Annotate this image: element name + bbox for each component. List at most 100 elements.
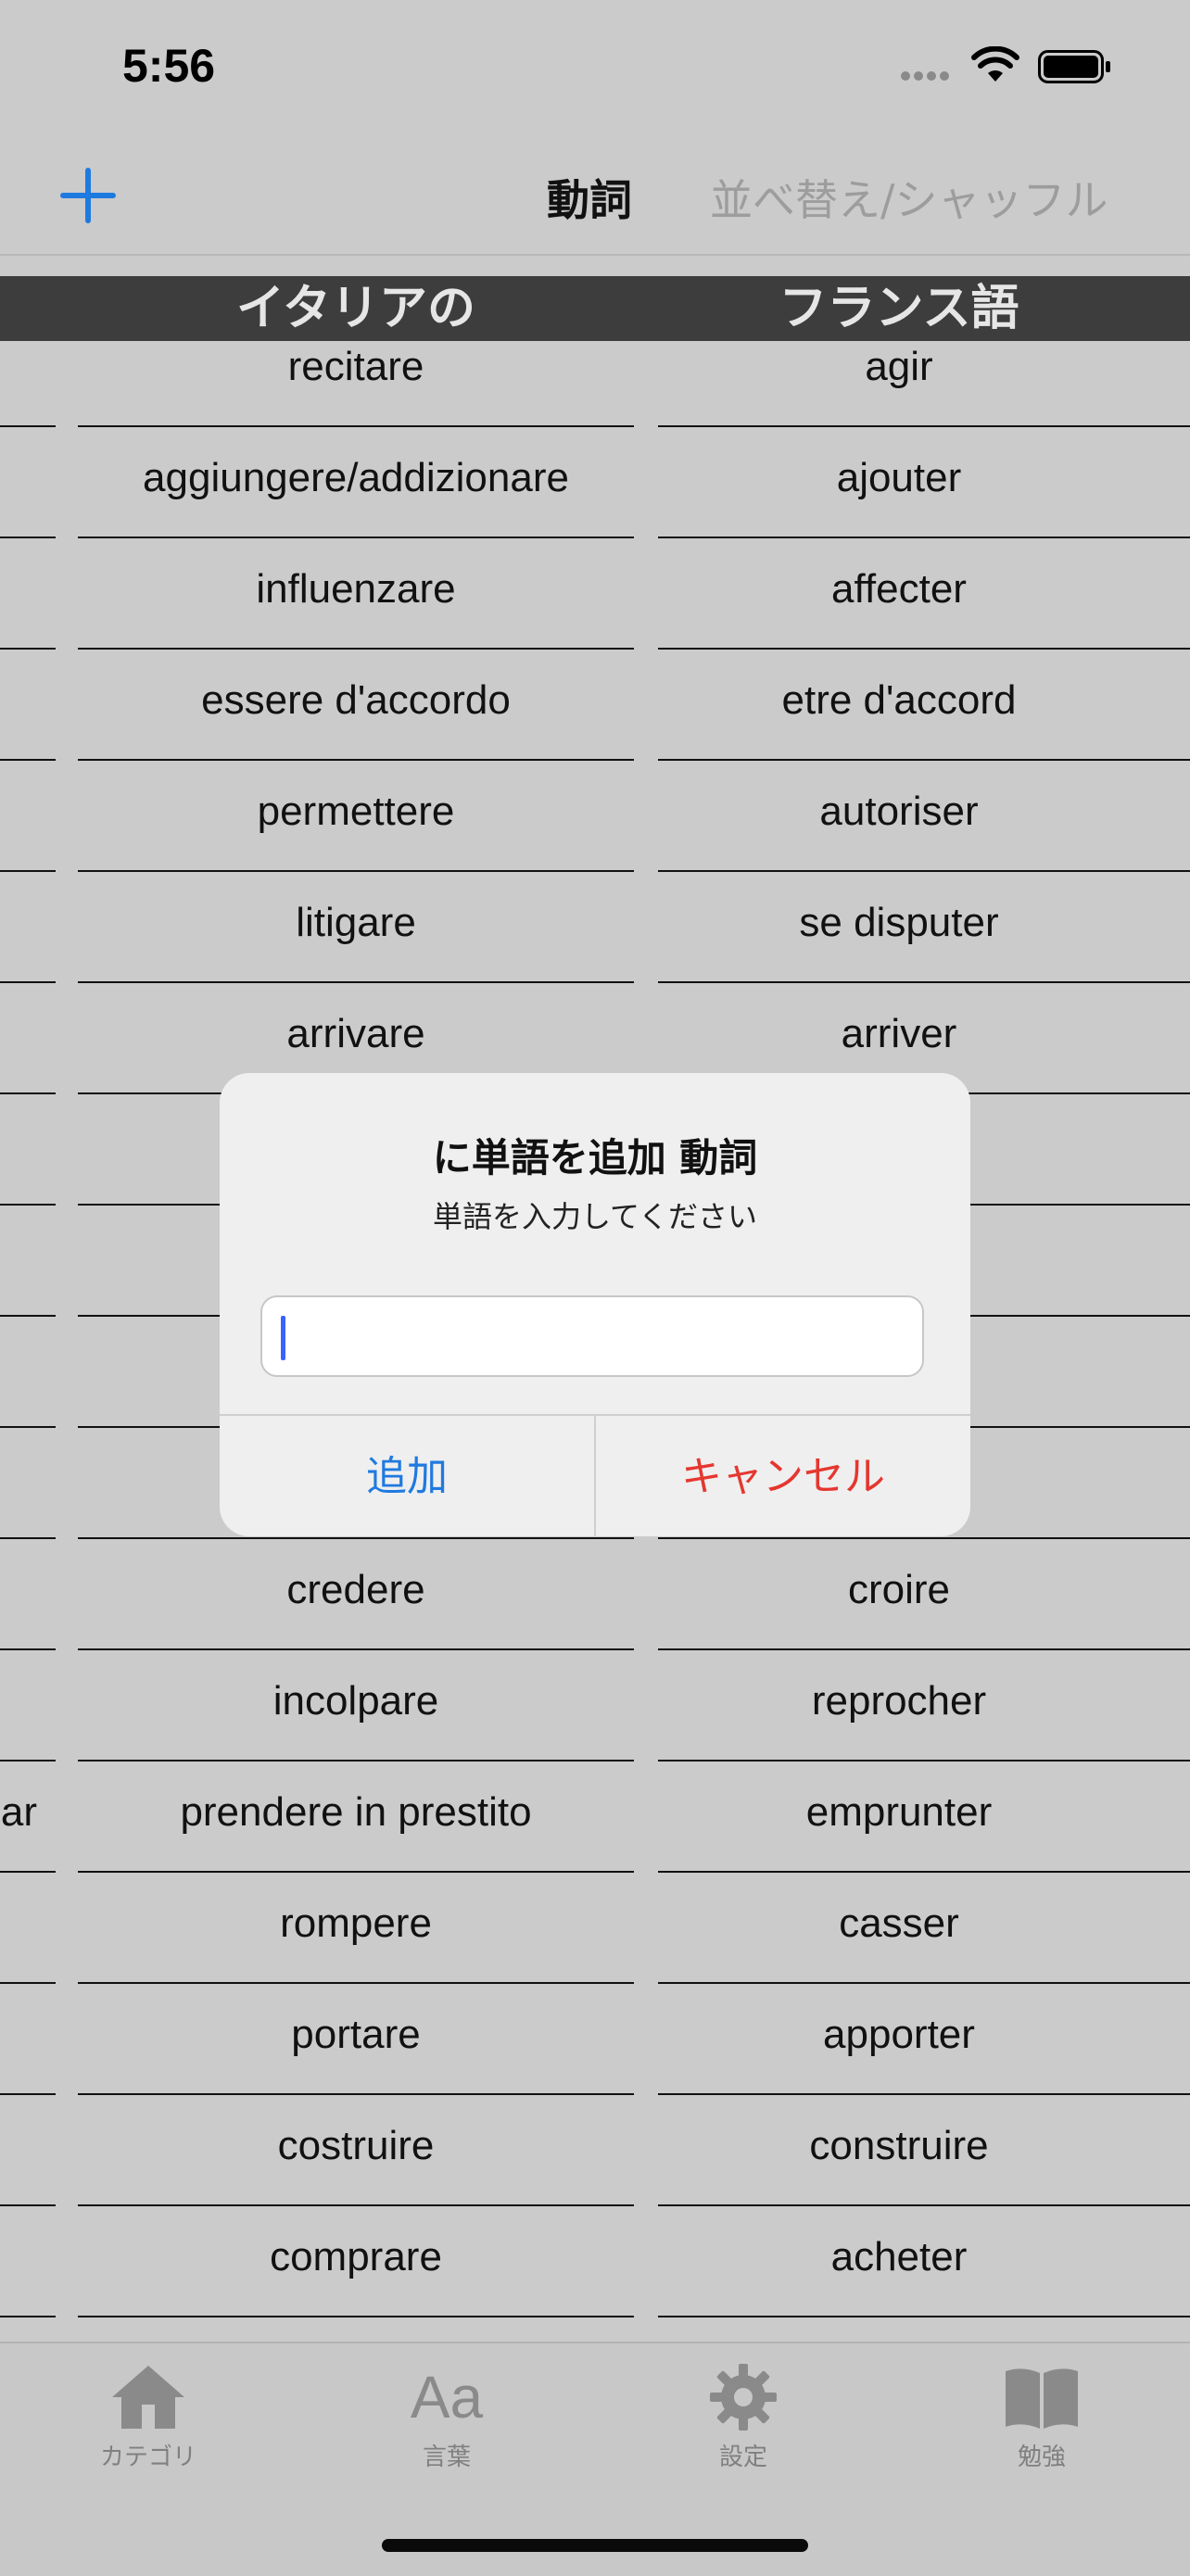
table-row[interactable]: essere d'accordo etre d'accord	[0, 675, 1190, 786]
row-divider	[78, 2316, 634, 2317]
tab-words[interactable]: Aa 言葉	[354, 2362, 539, 2472]
word-input[interactable]	[260, 1295, 924, 1377]
row-divider	[0, 1092, 56, 1094]
dialog-title: に単語を追加 動詞	[432, 1135, 758, 1181]
row-divider	[0, 1426, 56, 1428]
french-word: reprocher	[811, 1678, 987, 1724]
row-divider	[0, 2316, 56, 2317]
row-divider	[658, 981, 1190, 983]
table-row[interactable]: credere croire	[0, 1564, 1190, 1675]
row-divider	[0, 1760, 56, 1762]
row-divider	[0, 1648, 56, 1650]
table-row[interactable]: ar prendere in prestito emprunter	[0, 1787, 1190, 1898]
tab-label: 勉強	[1017, 2443, 1066, 2471]
row-divider	[0, 870, 56, 872]
column-header: イタリアの フランス語	[0, 276, 1190, 341]
row-divider	[658, 648, 1190, 650]
italian-word: incolpare	[272, 1678, 439, 1724]
italian-word: portare	[291, 2012, 421, 2057]
row-divider	[658, 759, 1190, 761]
italian-column-header: イタリアの	[236, 281, 475, 336]
french-word: apporter	[823, 2012, 975, 2057]
french-word: autoriser	[819, 789, 979, 834]
row-divider	[0, 2093, 56, 2095]
tab-categories[interactable]: カテゴリ	[56, 2362, 241, 2472]
italian-word: permettere	[257, 789, 455, 834]
french-column-header: フランス語	[779, 281, 1019, 336]
french-word: affecter	[831, 566, 967, 612]
tab-label: カテゴリ	[99, 2443, 196, 2471]
table-row[interactable]: comprare acheter	[0, 2231, 1190, 2342]
table-row[interactable]: influenzare affecter	[0, 563, 1190, 675]
italian-word: litigare	[296, 900, 416, 945]
row-divider	[78, 2093, 634, 2095]
row-divider	[78, 1648, 634, 1650]
italian-word: essere d'accordo	[201, 677, 511, 723]
row-divider	[78, 870, 634, 872]
sort-shuffle-button[interactable]: 並べ替え/シャッフル	[710, 167, 1108, 228]
tab-settings[interactable]: 設定	[651, 2362, 836, 2472]
row-divider	[658, 2316, 1190, 2317]
row-divider	[0, 1204, 56, 1206]
table-row[interactable]: aggiungere/addizionare ajouter	[0, 452, 1190, 563]
table-row[interactable]: incolpare reprocher	[0, 1675, 1190, 1787]
row-divider	[0, 1315, 56, 1317]
dialog-buttons: 追加 キャンセル	[220, 1414, 970, 1536]
row-divider	[78, 425, 634, 427]
italian-word: influenzare	[256, 566, 456, 612]
cancel-button[interactable]: キャンセル	[596, 1416, 970, 1536]
row-divider	[78, 1760, 634, 1762]
text-icon: Aa	[410, 2364, 484, 2431]
row-divider	[658, 870, 1190, 872]
row-divider	[0, 425, 56, 427]
table-row[interactable]: litigare se disputer	[0, 897, 1190, 1008]
row-divider	[658, 1537, 1190, 1539]
french-word: croire	[847, 1567, 951, 1612]
row-divider	[78, 2204, 634, 2206]
table-row[interactable]: recitare agir	[0, 341, 1190, 452]
add-button[interactable]: 追加	[220, 1416, 594, 1536]
row-divider	[658, 1982, 1190, 1984]
row-divider	[78, 981, 634, 983]
page-title: 動詞	[547, 175, 632, 225]
house-icon	[112, 2366, 184, 2429]
row-divider	[0, 537, 56, 538]
table-row[interactable]: portare apporter	[0, 2009, 1190, 2120]
row-divider	[658, 2204, 1190, 2206]
french-word: etre d'accord	[781, 677, 1017, 723]
navigation-bar: 動詞 並べ替え/シャッフル	[0, 139, 1190, 256]
add-icon[interactable]	[56, 163, 120, 228]
row-divider	[0, 981, 56, 983]
row-divider	[658, 1871, 1190, 1873]
cellular-signal-icon	[901, 67, 956, 81]
french-word: acheter	[830, 2234, 968, 2279]
french-word: se disputer	[799, 900, 999, 945]
tab-label: 言葉	[422, 2443, 471, 2471]
row-divider	[0, 759, 56, 761]
italian-word: costruire	[277, 2123, 435, 2168]
row-divider	[78, 759, 634, 761]
italian-word: aggiungere/addizionare	[143, 455, 569, 500]
row-extra-text: ar	[0, 1789, 37, 1835]
row-divider	[0, 1982, 56, 1984]
row-divider	[78, 648, 634, 650]
italian-word: prendere in prestito	[180, 1789, 532, 1835]
row-divider	[0, 2204, 56, 2206]
row-divider	[78, 537, 634, 538]
row-divider	[658, 537, 1190, 538]
italian-word: credere	[286, 1567, 425, 1612]
tab-study[interactable]: 勉強	[949, 2362, 1134, 2472]
status-time: 5:56	[122, 40, 216, 92]
text-caret	[281, 1316, 285, 1360]
table-row[interactable]: permettere autoriser	[0, 786, 1190, 897]
italian-word: rompere	[280, 1900, 432, 1946]
table-row[interactable]: rompere casser	[0, 1898, 1190, 2009]
home-indicator	[382, 2539, 808, 2552]
french-word: construire	[809, 2123, 989, 2168]
battery-icon	[1038, 50, 1110, 83]
row-divider	[0, 648, 56, 650]
row-divider	[78, 1982, 634, 1984]
tab-label: 設定	[718, 2443, 767, 2471]
french-word: ajouter	[836, 455, 962, 500]
table-row[interactable]: costruire construire	[0, 2120, 1190, 2231]
